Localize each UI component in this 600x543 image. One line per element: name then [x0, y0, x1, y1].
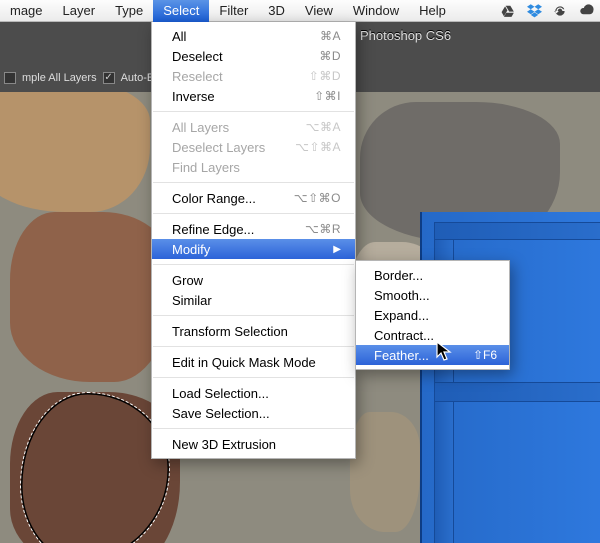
auto-enhance-checkbox[interactable] — [103, 72, 115, 84]
sample-all-layers-label: mple All Layers — [22, 72, 97, 84]
submenu-item-expand[interactable]: Expand... — [356, 305, 509, 325]
sample-all-layers-checkbox[interactable] — [4, 72, 16, 84]
menu-separator — [153, 428, 354, 429]
menu-image[interactable]: mage — [0, 0, 53, 22]
menu-help[interactable]: Help — [409, 0, 456, 22]
submenu-item-feather[interactable]: Feather...⇧F6 — [356, 345, 509, 365]
menu-item-color-range[interactable]: Color Range...⌥⇧⌘O — [152, 188, 355, 208]
chevron-right-icon: ▶ — [333, 244, 341, 255]
dropbox-icon[interactable] — [526, 3, 542, 19]
submenu-item-border[interactable]: Border... — [356, 265, 509, 285]
menubar-tray — [500, 3, 600, 19]
menu-item-inverse[interactable]: Inverse⇧⌘I — [152, 86, 355, 106]
menu-item-transform-selection[interactable]: Transform Selection — [152, 321, 355, 341]
mouse-cursor-icon — [436, 341, 454, 366]
menu-item-grow[interactable]: Grow — [152, 270, 355, 290]
menu-item-all[interactable]: All⌘A — [152, 26, 355, 46]
sync-icon[interactable] — [552, 3, 568, 19]
google-drive-icon[interactable] — [500, 3, 516, 19]
menu-item-save-selection[interactable]: Save Selection... — [152, 403, 355, 423]
menu-separator — [153, 111, 354, 112]
submenu-item-smooth[interactable]: Smooth... — [356, 285, 509, 305]
menu-separator — [153, 346, 354, 347]
creative-cloud-icon[interactable] — [578, 3, 594, 19]
menu-item-quick-mask[interactable]: Edit in Quick Mask Mode — [152, 352, 355, 372]
submenu-item-contract[interactable]: Contract... — [356, 325, 509, 345]
menu-item-deselect[interactable]: Deselect⌘D — [152, 46, 355, 66]
menu-separator — [153, 315, 354, 316]
app-title: Photoshop CS6 — [360, 28, 451, 43]
menu-window[interactable]: Window — [343, 0, 409, 22]
menu-separator — [153, 213, 354, 214]
menu-item-load-selection[interactable]: Load Selection... — [152, 383, 355, 403]
menu-item-reselect: Reselect⇧⌘D — [152, 66, 355, 86]
menu-layer[interactable]: Layer — [53, 0, 106, 22]
menu-view[interactable]: View — [295, 0, 343, 22]
menu-item-refine-edge[interactable]: Refine Edge...⌥⌘R — [152, 219, 355, 239]
menu-separator — [153, 377, 354, 378]
mac-menubar: mage Layer Type Select Filter 3D View Wi… — [0, 0, 600, 22]
menu-filter[interactable]: Filter — [209, 0, 258, 22]
select-menu-dropdown: All⌘A Deselect⌘D Reselect⇧⌘D Inverse⇧⌘I … — [151, 22, 356, 459]
modify-submenu: Border... Smooth... Expand... Contract..… — [355, 260, 510, 370]
menu-3d[interactable]: 3D — [258, 0, 295, 22]
menu-item-find-layers: Find Layers — [152, 157, 355, 177]
menu-separator — [153, 182, 354, 183]
menu-item-new-3d-extrusion[interactable]: New 3D Extrusion — [152, 434, 355, 454]
menu-item-deselect-layers: Deselect Layers⌥⇧⌘A — [152, 137, 355, 157]
menu-item-modify[interactable]: Modify▶ — [152, 239, 355, 259]
menu-type[interactable]: Type — [105, 0, 153, 22]
menu-item-all-layers: All Layers⌥⌘A — [152, 117, 355, 137]
menu-item-similar[interactable]: Similar — [152, 290, 355, 310]
menu-select[interactable]: Select — [153, 0, 209, 22]
menu-separator — [153, 264, 354, 265]
